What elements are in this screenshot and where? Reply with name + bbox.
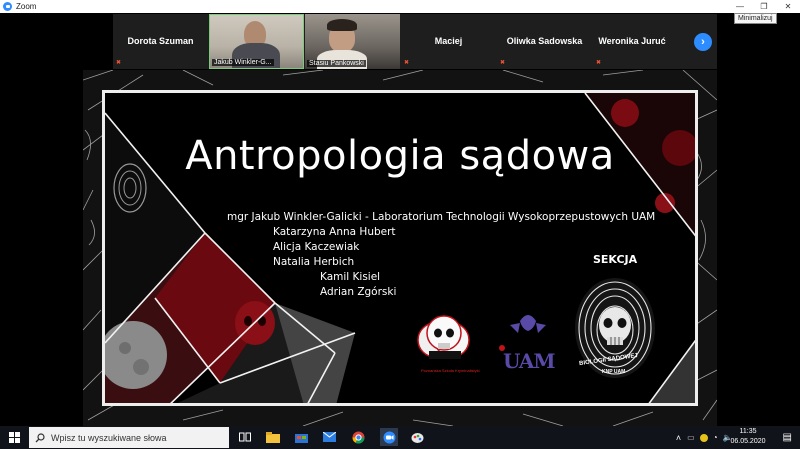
participant-name: Oliwka Sadowska (506, 36, 583, 46)
paint-icon[interactable] (410, 430, 424, 444)
notifications-icon[interactable]: ▤ (783, 432, 792, 443)
clock-time: 11:35 (739, 428, 757, 435)
psk-logo-caption: Poznańska Szkoła Kryminalistyki (421, 368, 480, 373)
title-bar: Zoom — ❐ ✕ (0, 0, 800, 13)
author-line: Katarzyna Anna Hubert (273, 226, 396, 238)
psk-skulls-logo (417, 315, 470, 359)
search-icon (35, 432, 45, 442)
file-explorer-icon[interactable] (266, 430, 280, 444)
zoom-logo-icon (3, 2, 12, 11)
author-line: mgr Jakub Winkler-Galicki - Laboratorium… (227, 211, 656, 223)
participant-tile[interactable]: Oliwka Sadowska ✖ (497, 14, 592, 69)
muted-mic-icon: ✖ (404, 60, 410, 66)
uam-eagle-logo (499, 315, 546, 351)
participant-name: Stasiu Pankowski (307, 60, 366, 67)
wifi-icon[interactable]: ◔ (713, 433, 718, 442)
shared-screen: Antropologia sądowa mgr Jakub Winkler-Ga… (83, 70, 717, 426)
participant-tile[interactable]: Dorota Szuman ✖ (113, 14, 208, 69)
slide-title: Antropologia sądowa (185, 133, 615, 179)
minimize-tooltip: Minimalizuj (734, 13, 777, 24)
chevron-right-icon: › (701, 36, 705, 48)
author-line: Kamil Kisiel (320, 271, 381, 283)
taskbar-clock[interactable]: 11:35 06.05.2020 (726, 427, 770, 447)
clock-date: 06.05.2020 (730, 438, 766, 445)
participant-strip: Dorota Szuman ✖ Jakub Winkler-G... Stasi… (113, 14, 717, 69)
participant-name: Weronika Juruć (598, 36, 666, 46)
taskbar-search[interactable]: Wpisz tu wyszukiwane słowa (29, 427, 229, 448)
zoom-app-icon[interactable] (380, 428, 398, 446)
start-button[interactable] (0, 426, 28, 449)
participant-video-hair (327, 19, 357, 31)
mail-icon[interactable] (322, 430, 336, 444)
next-participants-button[interactable]: › (694, 33, 712, 51)
participant-name: Maciej (434, 36, 463, 46)
uam-logo-text: UAM (503, 349, 555, 373)
close-button[interactable]: ✕ (776, 0, 800, 13)
author-line: Alicja Kaczewiak (273, 241, 360, 253)
tray-app-icon[interactable]: ▭ (687, 433, 695, 442)
participant-tile[interactable]: Maciej ✖ (401, 14, 496, 69)
participant-tile[interactable]: Weronika Juruć ✖ (593, 14, 693, 69)
author-line: Adrian Zgórski (320, 286, 397, 298)
participant-name: Dorota Szuman (127, 36, 194, 46)
store-icon[interactable] (294, 430, 308, 444)
presentation-slide: Antropologia sądowa mgr Jakub Winkler-Ga… (102, 90, 698, 406)
windows-logo-icon (8, 432, 20, 443)
chevron-up-icon[interactable]: ˄ (676, 433, 681, 443)
sekcja-org: KNP UAM (602, 369, 626, 375)
search-placeholder: Wpisz tu wyszukiwane słowa (51, 432, 167, 443)
sekcja-title: SEKCJA (593, 253, 638, 266)
participant-video-tile[interactable]: Stasiu Pankowski (305, 14, 400, 69)
window-title: Zoom (16, 2, 37, 11)
minimize-button[interactable]: — (728, 0, 752, 13)
muted-mic-icon: ✖ (500, 60, 506, 66)
tray-status-icon[interactable] (699, 433, 708, 442)
chrome-icon[interactable] (351, 430, 365, 444)
muted-mic-icon: ✖ (116, 60, 122, 66)
zoom-window: Zoom — ❐ ✕ Minimalizuj Dorota Szuman ✖ J… (0, 0, 800, 449)
participant-name: Jakub Winkler-G... (212, 59, 274, 66)
muted-mic-icon: ✖ (596, 60, 602, 66)
task-view-icon[interactable] (238, 430, 252, 444)
author-line: Natalia Herbich (273, 256, 355, 268)
participant-video-tile[interactable]: Jakub Winkler-G... (209, 14, 304, 69)
restore-button[interactable]: ❐ (752, 0, 776, 13)
